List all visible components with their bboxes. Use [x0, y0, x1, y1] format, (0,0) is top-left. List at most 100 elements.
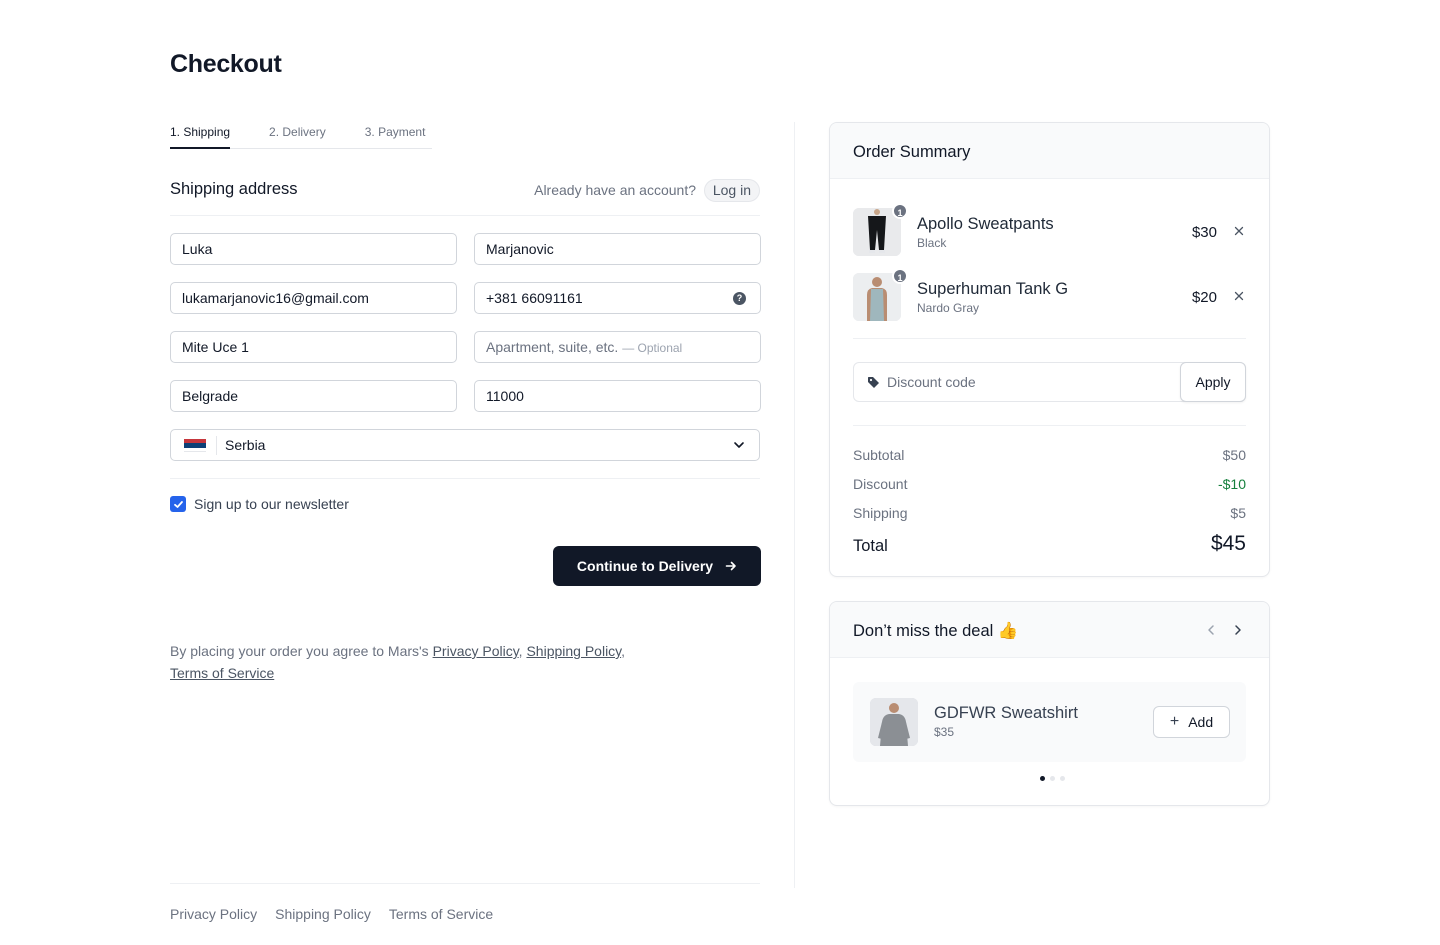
last-name-input[interactable]	[475, 234, 760, 264]
legal-notice: By placing your order you agree to Mars'…	[170, 643, 626, 681]
add-label: Add	[1188, 714, 1214, 730]
legal-prefix: By placing your order you agree to Mars'…	[170, 643, 429, 659]
help-icon[interactable]: ?	[733, 292, 746, 305]
chevron-down-icon	[734, 442, 744, 448]
newsletter-label: Sign up to our newsletter	[194, 496, 349, 512]
item-name: Superhuman Tank G	[917, 280, 1069, 298]
deal-product: GDFWR Sweatshirt $35 + Add	[853, 682, 1246, 762]
item-variant: Nardo Gray	[917, 301, 980, 315]
footer-divider	[170, 883, 760, 884]
add-deal-button[interactable]: + Add	[1153, 706, 1230, 738]
first-name-input[interactable]	[171, 234, 456, 264]
newsletter-checkbox[interactable]	[170, 496, 186, 512]
terms-of-service-link[interactable]: Terms of Service	[170, 665, 274, 681]
discount-row: Discount -$10	[853, 476, 1246, 492]
country-value: Serbia	[225, 437, 266, 453]
continue-to-delivery-button[interactable]: Continue to Delivery	[553, 546, 761, 586]
shipping-policy-link[interactable]: Shipping Policy	[526, 643, 621, 659]
chevron-right-icon[interactable]	[1232, 624, 1244, 636]
postal-code-input[interactable]	[475, 381, 760, 411]
discount-placeholder: Discount code	[887, 374, 976, 390]
last-name-field[interactable]	[474, 233, 761, 265]
carousel-dot[interactable]	[1040, 776, 1045, 781]
shipping-value: $5	[1230, 505, 1246, 521]
subtotal-value: $50	[1222, 447, 1246, 463]
discount-code-field[interactable]: Discount code Apply	[853, 362, 1246, 402]
shipping-row: Shipping $5	[853, 505, 1246, 521]
apartment-input[interactable]	[475, 332, 760, 362]
order-summary-card: Order Summary 1 Apollo Sweatpants Black …	[829, 122, 1270, 577]
deal-header: Don’t miss the deal 👍	[830, 602, 1269, 658]
deal-product-name: GDFWR Sweatshirt	[934, 704, 1078, 722]
item-name: Apollo Sweatpants	[917, 215, 1054, 233]
address-field[interactable]	[170, 331, 457, 363]
cart-item: 1 Apollo Sweatpants Black $30	[853, 203, 1247, 258]
product-image: 1	[853, 268, 908, 321]
apartment-field[interactable]: Apartment, suite, etc. — Optional	[474, 331, 761, 363]
remove-item-icon[interactable]	[1233, 225, 1245, 237]
column-divider	[794, 122, 795, 888]
serbia-flag-icon	[184, 439, 206, 452]
privacy-policy-link[interactable]: Privacy Policy	[433, 643, 519, 659]
chevron-left-icon[interactable]	[1205, 624, 1217, 636]
plus-icon: +	[1169, 713, 1180, 730]
apply-button[interactable]: Apply	[1180, 362, 1246, 402]
tab-delivery[interactable]: 2. Delivery	[269, 122, 326, 149]
country-select[interactable]: Serbia	[170, 429, 760, 461]
order-summary-header: Order Summary	[830, 123, 1269, 179]
city-input[interactable]	[171, 381, 456, 411]
carousel-dots	[1040, 776, 1070, 781]
order-summary-title: Order Summary	[853, 143, 971, 161]
deal-product-price: $35	[934, 725, 955, 739]
item-variant: Black	[917, 236, 947, 250]
shipping-address-title: Shipping address	[170, 180, 298, 198]
remove-item-icon[interactable]	[1233, 290, 1245, 302]
login-button[interactable]: Log in	[703, 179, 760, 202]
product-image	[870, 698, 918, 746]
total-value: $45	[1210, 532, 1246, 555]
form-divider	[170, 478, 760, 479]
first-name-field[interactable]	[170, 233, 457, 265]
address-input[interactable]	[171, 332, 456, 362]
checkout-steps: 1. Shipping 2. Delivery 3. Payment	[170, 122, 432, 149]
items-divider	[853, 338, 1246, 339]
total-label: Total	[853, 537, 888, 555]
footer-terms-link[interactable]: Terms of Service	[389, 906, 493, 922]
footer-shipping-link[interactable]: Shipping Policy	[275, 906, 371, 922]
newsletter-checkbox-row[interactable]: Sign up to our newsletter	[170, 496, 349, 512]
email-input[interactable]	[171, 283, 456, 313]
item-price: $30	[1191, 224, 1217, 241]
page-title: Checkout	[170, 50, 282, 78]
subtotal-label: Subtotal	[853, 447, 905, 463]
account-question: Already have an account?	[534, 182, 696, 198]
footer-links: Privacy Policy Shipping Policy Terms of …	[170, 906, 511, 922]
email-field[interactable]	[170, 282, 457, 314]
phone-input[interactable]	[475, 283, 760, 313]
tab-payment[interactable]: 3. Payment	[365, 122, 426, 149]
item-price: $20	[1191, 289, 1217, 306]
sweatshirt-image	[870, 698, 918, 746]
shipping-label: Shipping	[853, 505, 908, 521]
continue-label: Continue to Delivery	[576, 558, 714, 574]
discount-label: Discount	[853, 476, 908, 492]
tab-shipping[interactable]: 1. Shipping	[170, 122, 231, 149]
flag-separator	[216, 436, 217, 455]
arrow-right-icon	[725, 561, 736, 571]
postal-code-field[interactable]	[474, 380, 761, 412]
product-image: 1	[853, 203, 908, 256]
footer-privacy-link[interactable]: Privacy Policy	[170, 906, 257, 922]
summary-divider	[853, 425, 1246, 426]
cart-item: 1 Superhuman Tank G Nardo Gray $20	[853, 268, 1247, 323]
check-icon	[173, 500, 183, 508]
phone-field[interactable]: ?	[474, 282, 761, 314]
subtotal-row: Subtotal $50	[853, 447, 1246, 463]
carousel-dot[interactable]	[1050, 776, 1055, 781]
quantity-badge: 1	[892, 203, 908, 219]
shipping-address-header: Shipping address Already have an account…	[170, 176, 760, 216]
discount-value: -$10	[1217, 476, 1246, 492]
deal-card: Don’t miss the deal 👍 GDFWR Sweatshirt $…	[829, 601, 1270, 806]
city-field[interactable]	[170, 380, 457, 412]
deal-title: Don’t miss the deal 👍	[853, 622, 1019, 640]
tag-icon	[868, 377, 879, 388]
carousel-dot[interactable]	[1060, 776, 1065, 781]
